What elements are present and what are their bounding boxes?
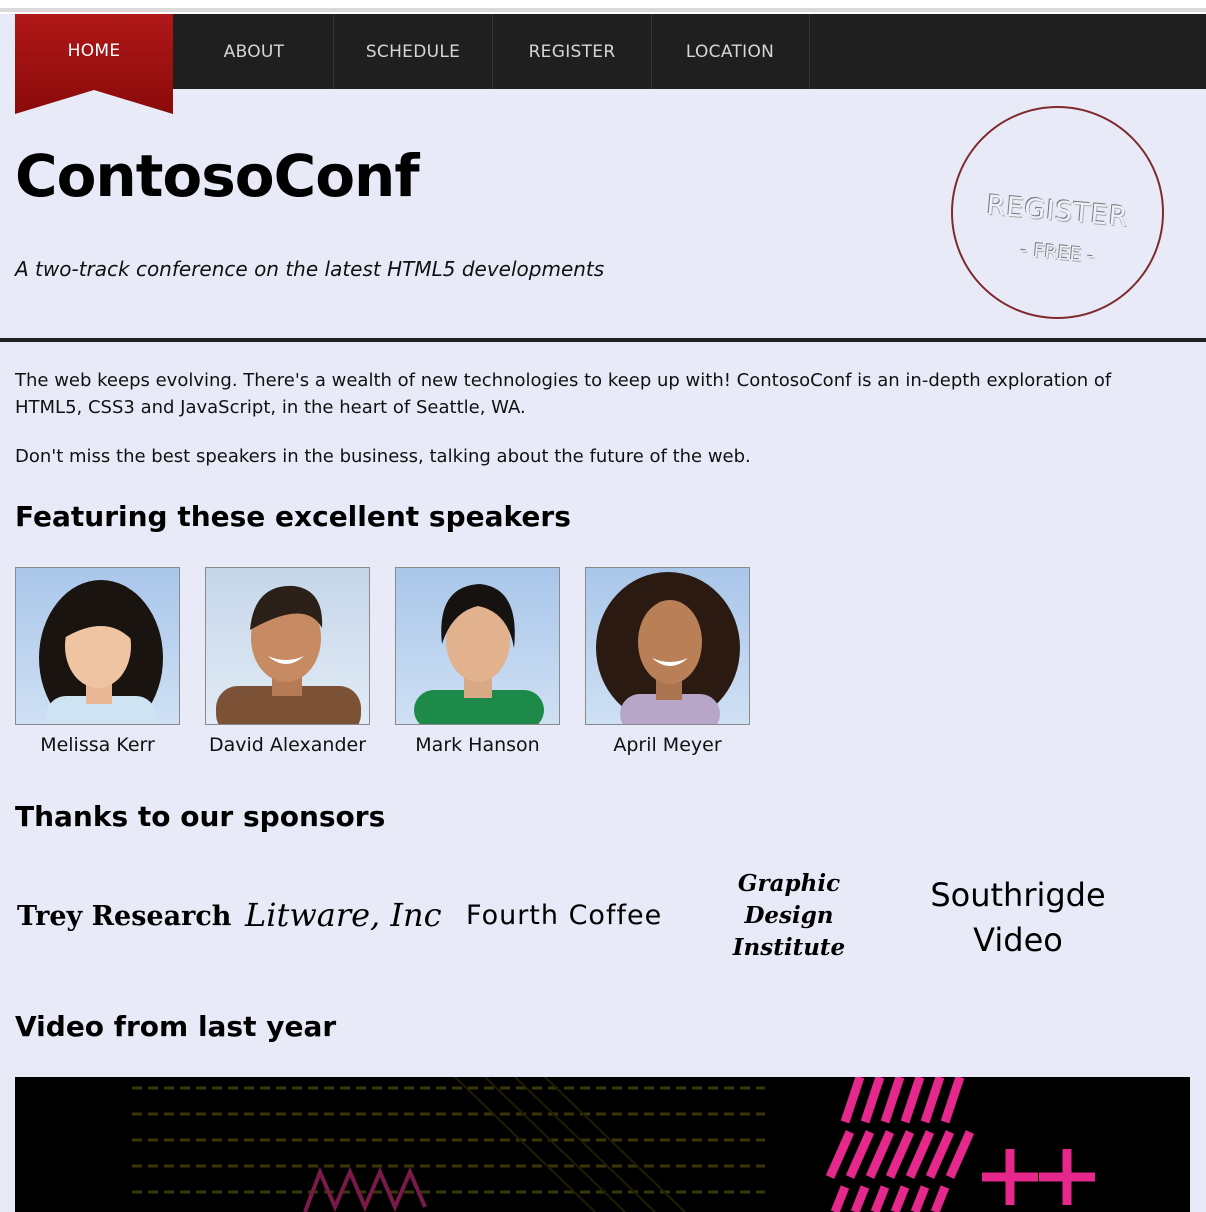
sponsor-southrigde-line: Southrigde (930, 876, 1106, 914)
tagline: A two-track conference on the latest HTM… (15, 257, 605, 281)
intro-paragraph-1: The web keeps evolving. There's a wealth… (15, 370, 1112, 418)
speaker-photo (395, 567, 560, 725)
speaker-card[interactable]: April Meyer (585, 567, 750, 756)
speaker-photo (205, 567, 370, 725)
speaker-photo (15, 567, 180, 725)
browser-top-strip (0, 0, 1206, 14)
speaker-card[interactable]: Mark Hanson (395, 567, 560, 756)
speaker-card[interactable]: David Alexander (205, 567, 370, 756)
stamp-register-text: REGISTER (985, 189, 1130, 234)
stamp-free-text: - FREE - (1019, 238, 1096, 268)
video-heading: Video from last year (15, 1010, 337, 1043)
speaker-name: David Alexander (208, 734, 367, 756)
speaker-card[interactable]: Melissa Kerr (15, 567, 180, 756)
header-divider (0, 338, 1206, 342)
nav-location[interactable]: LOCATION (651, 14, 810, 89)
site-title: ContosoConf (15, 142, 420, 210)
sponsors-heading: Thanks to our sponsors (15, 800, 386, 833)
sponsor-gdi-line: Design (744, 902, 834, 929)
video-player[interactable] (15, 1077, 1190, 1212)
sponsor-gdi-line: Graphic (737, 870, 841, 897)
intro-paragraph-2: Don't miss the best speakers in the busi… (15, 446, 751, 467)
speakers-heading: Featuring these excellent speakers (15, 500, 571, 533)
nav-home[interactable]: HOME (15, 14, 173, 114)
sponsor-trey-research[interactable]: Trey Research (17, 901, 231, 932)
register-free-stamp[interactable]: REGISTER - FREE - (951, 106, 1164, 319)
sponsor-southrigde-line: Video (973, 921, 1063, 959)
nav-about[interactable]: ABOUT (175, 14, 334, 89)
sponsor-graphic-design-institute[interactable]: Graphic Design Institute (718, 868, 860, 964)
speaker-name: Melissa Kerr (40, 734, 155, 756)
sponsor-gdi-line: Institute (732, 934, 846, 961)
speaker-name: Mark Hanson (415, 734, 540, 756)
speaker-name: April Meyer (613, 734, 722, 756)
sponsor-fourth-coffee[interactable]: Fourth Coffee (466, 900, 662, 931)
main-nav: HOME ABOUT SCHEDULE REGISTER LOCATION (15, 14, 1206, 114)
speaker-photo (585, 567, 750, 725)
sponsor-litware[interactable]: Litware, Inc (245, 896, 442, 934)
nav-schedule[interactable]: SCHEDULE (334, 14, 493, 89)
sponsor-southrigde-video[interactable]: Southrigde Video (920, 873, 1116, 963)
nav-register[interactable]: REGISTER (493, 14, 652, 89)
